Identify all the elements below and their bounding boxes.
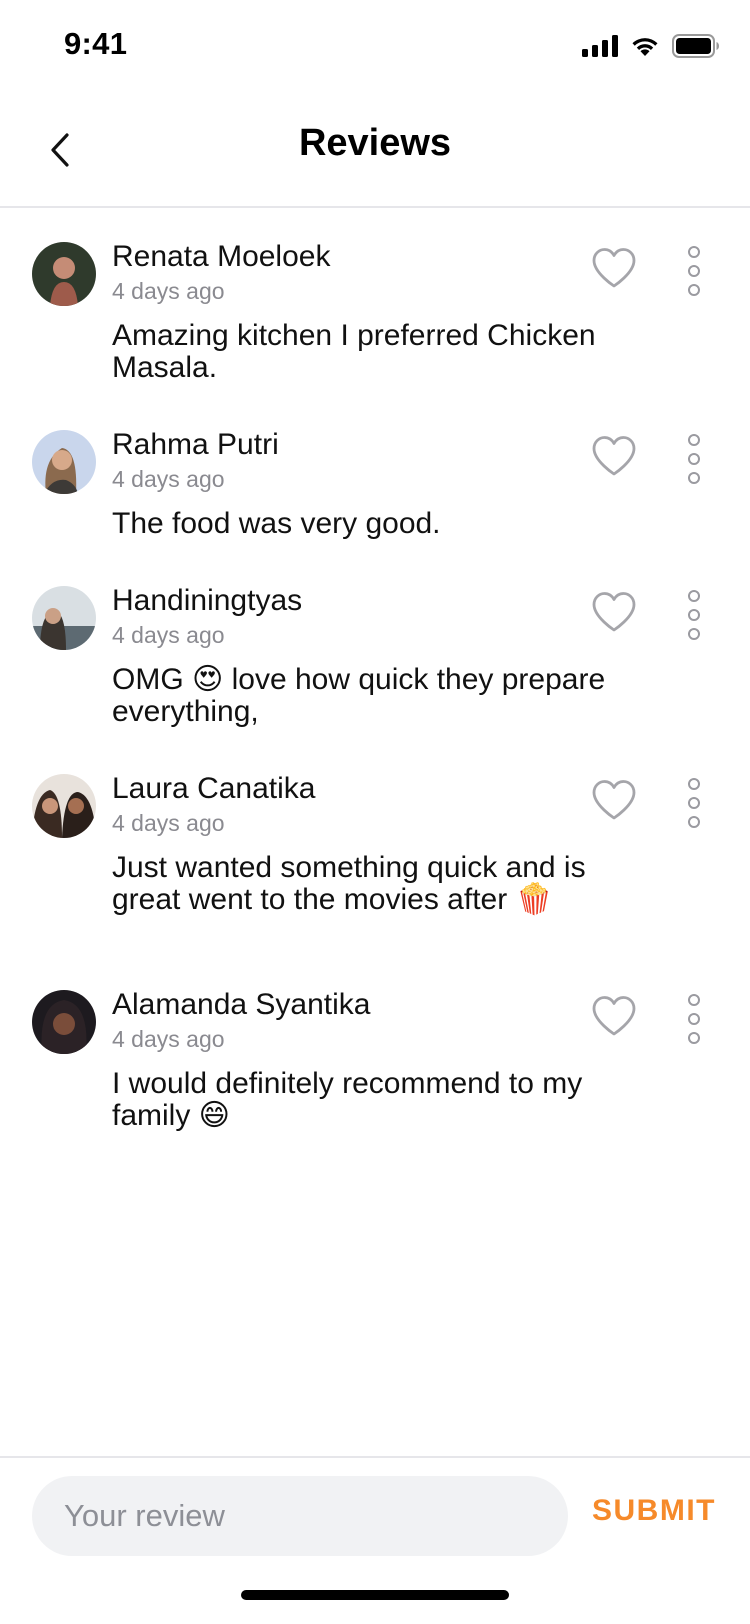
like-button[interactable] — [590, 246, 638, 290]
review-timestamp: 4 days ago — [112, 278, 225, 304]
review-composer: SUBMIT — [0, 1456, 750, 1624]
reviewer-name: Laura Canatika — [112, 772, 316, 805]
heart-icon — [592, 996, 636, 1036]
more-dot-icon — [688, 434, 700, 446]
heart-icon — [592, 436, 636, 476]
avatar — [32, 774, 96, 838]
submit-button[interactable]: SUBMIT — [592, 1494, 716, 1528]
wifi-icon — [632, 38, 658, 56]
like-button[interactable] — [590, 994, 638, 1038]
heart-icon — [592, 780, 636, 820]
avatar — [32, 586, 96, 650]
battery-icon — [672, 34, 719, 58]
avatar — [32, 242, 96, 306]
review-text: The food was very good. — [112, 507, 441, 540]
more-dot-icon — [688, 816, 700, 828]
reviewer-name: Rahma Putri — [112, 428, 279, 461]
review-timestamp: 4 days ago — [112, 466, 225, 492]
more-dot-icon — [688, 778, 700, 790]
review-timestamp: 4 days ago — [112, 622, 225, 648]
heart-icon — [592, 592, 636, 632]
like-button[interactable] — [590, 434, 638, 478]
review-input[interactable] — [32, 1476, 568, 1556]
more-dot-icon — [688, 246, 700, 258]
more-options-button[interactable] — [676, 434, 712, 484]
more-dot-icon — [688, 453, 700, 465]
status-time: 9:41 — [64, 26, 128, 61]
more-dot-icon — [688, 628, 700, 640]
more-dot-icon — [688, 609, 700, 621]
review-timestamp: 4 days ago — [112, 810, 225, 836]
more-dot-icon — [688, 994, 700, 1006]
header: Reviews — [0, 92, 750, 208]
more-options-button[interactable] — [676, 246, 712, 296]
avatar — [32, 990, 96, 1054]
review-text: I would definitely recommend to my famil… — [112, 1067, 583, 1132]
reviewer-name: Renata Moeloek — [112, 240, 331, 273]
review-text: OMG 😍 love how quick they prepare everyt… — [112, 663, 606, 728]
reviewer-name: Handiningtyas — [112, 584, 303, 617]
review-text: Amazing kitchen I preferred Chicken Masa… — [112, 319, 596, 384]
more-dot-icon — [688, 472, 700, 484]
home-indicator — [241, 1590, 509, 1600]
page-title: Reviews — [298, 122, 452, 164]
more-dot-icon — [688, 265, 700, 277]
reviewer-name: Alamanda Syantika — [112, 988, 371, 1021]
more-dot-icon — [688, 797, 700, 809]
review-timestamp: 4 days ago — [112, 1026, 225, 1052]
like-button[interactable] — [590, 778, 638, 822]
more-dot-icon — [688, 1032, 700, 1044]
like-button[interactable] — [590, 590, 638, 634]
more-dot-icon — [688, 284, 700, 296]
status-icons — [582, 32, 720, 60]
avatar — [32, 430, 96, 494]
more-options-button[interactable] — [676, 994, 712, 1044]
more-dot-icon — [688, 590, 700, 602]
more-options-button[interactable] — [676, 590, 712, 640]
more-dot-icon — [688, 1013, 700, 1025]
cellular-signal-icon — [582, 35, 618, 57]
heart-icon — [592, 248, 636, 288]
review-text: Just wanted something quick and is great… — [112, 851, 586, 916]
more-options-button[interactable] — [676, 778, 712, 828]
status-bar: 9:41 — [0, 0, 750, 92]
